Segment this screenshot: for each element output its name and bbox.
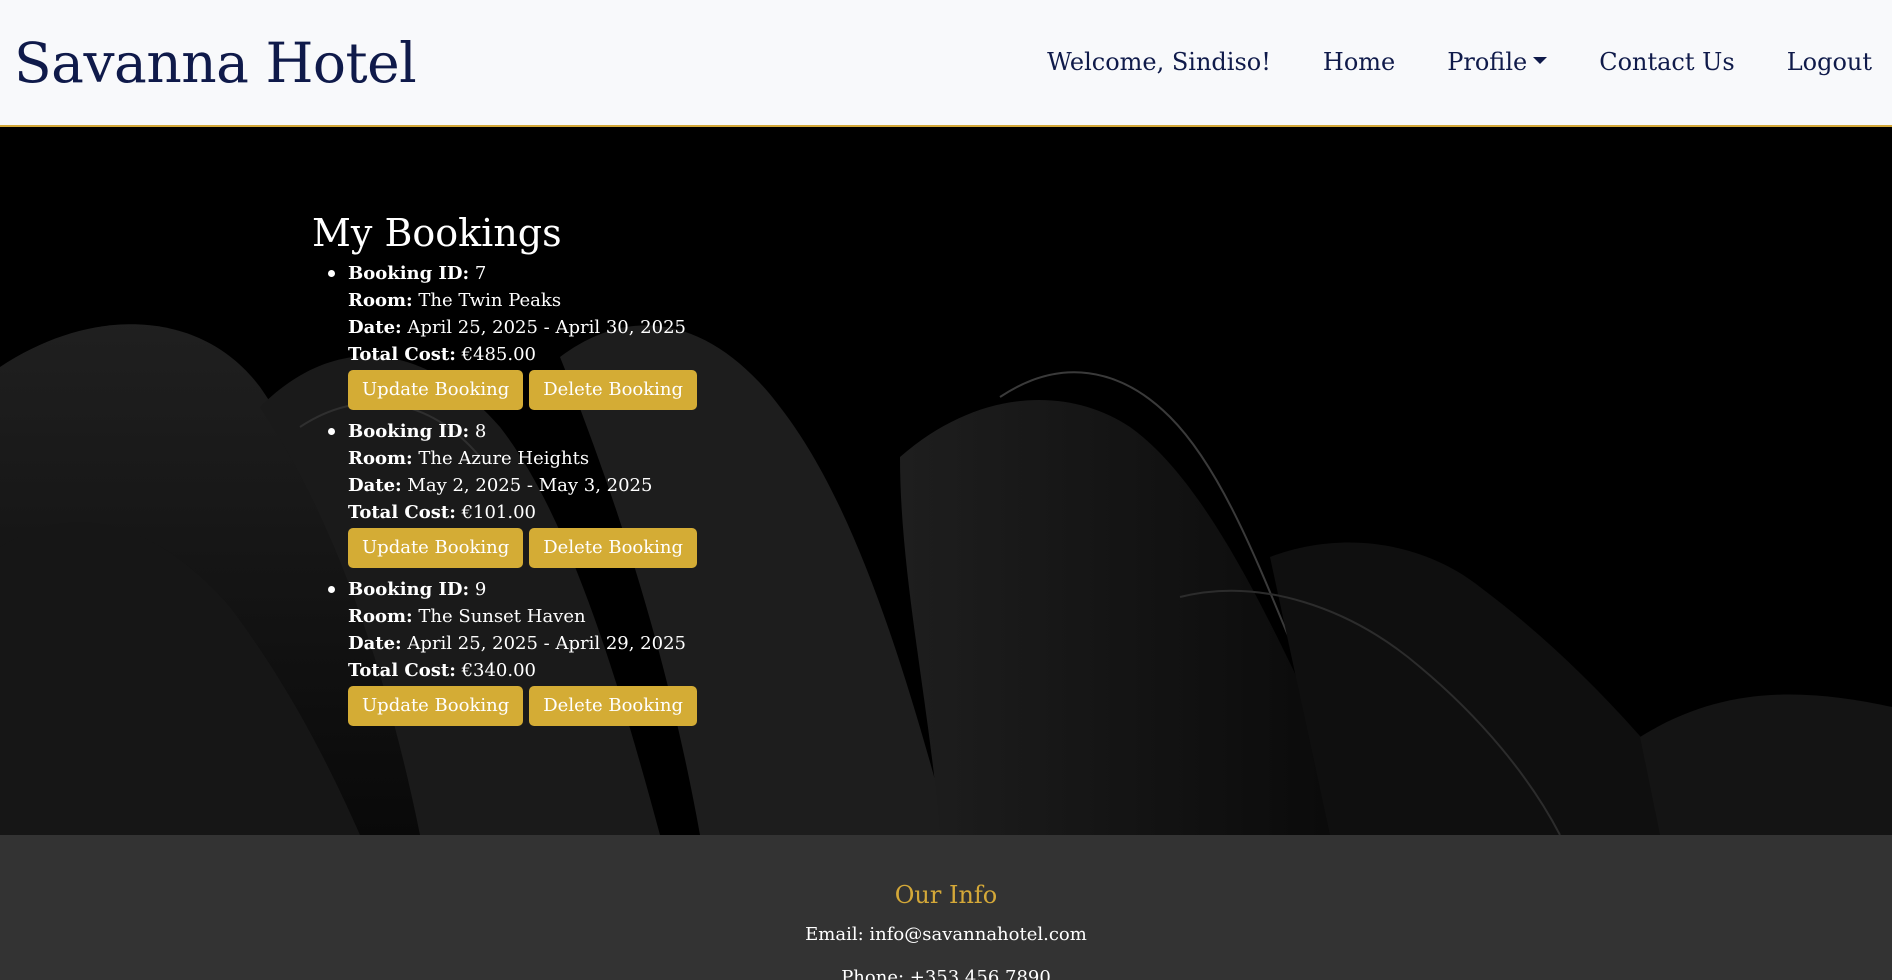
room-value: The Twin Peaks bbox=[418, 290, 562, 311]
date-value: May 2, 2025 - May 3, 2025 bbox=[407, 475, 653, 496]
booking-date-row: Date: May 2, 2025 - May 3, 2025 bbox=[348, 472, 697, 499]
nav-welcome[interactable]: Welcome, Sindiso! bbox=[1047, 46, 1271, 78]
booking-id-value: 8 bbox=[474, 421, 487, 442]
date-value: April 25, 2025 - April 29, 2025 bbox=[407, 633, 686, 654]
booking-actions: Update Booking Delete Booking bbox=[348, 686, 698, 726]
bookings-list: Booking ID: 7 Room: The Twin Peaks Date:… bbox=[312, 260, 698, 726]
booking-date-row: Date: April 25, 2025 - April 29, 2025 bbox=[348, 630, 697, 657]
site-footer: Our Info Email: info@savannahotel.com Ph… bbox=[0, 835, 1892, 980]
nav-profile-dropdown[interactable]: Profile bbox=[1447, 46, 1548, 78]
booking-item: Booking ID: 9 Room: The Sunset Haven Dat… bbox=[312, 576, 698, 726]
date-label: Date: bbox=[348, 317, 402, 338]
bullet-icon bbox=[328, 428, 335, 435]
date-value: April 25, 2025 - April 30, 2025 bbox=[407, 317, 686, 338]
bullet-icon bbox=[328, 586, 335, 593]
booking-id-label: Booking ID: bbox=[348, 421, 470, 442]
booking-actions: Update Booking Delete Booking bbox=[348, 528, 698, 568]
booking-room-row: Room: The Sunset Haven bbox=[348, 603, 697, 630]
total-cost-value: €340.00 bbox=[461, 660, 537, 681]
footer-email[interactable]: Email: info@savannahotel.com bbox=[0, 922, 1892, 948]
booking-cost-row: Total Cost: €485.00 bbox=[348, 341, 697, 368]
total-cost-label: Total Cost: bbox=[348, 660, 456, 681]
booking-cost-row: Total Cost: €101.00 bbox=[348, 499, 697, 526]
booking-id-row: Booking ID: 9 bbox=[348, 576, 697, 603]
background-waves-image bbox=[0, 127, 1892, 835]
bookings-content: My Bookings Booking ID: 7 Room: The Twin… bbox=[312, 210, 698, 734]
room-label: Room: bbox=[348, 290, 413, 311]
delete-booking-button[interactable]: Delete Booking bbox=[529, 370, 698, 410]
booking-id-value: 7 bbox=[474, 263, 487, 284]
delete-booking-button[interactable]: Delete Booking bbox=[529, 686, 698, 726]
date-label: Date: bbox=[348, 475, 402, 496]
booking-id-row: Booking ID: 7 bbox=[348, 260, 697, 287]
room-value: The Azure Heights bbox=[418, 448, 590, 469]
room-label: Room: bbox=[348, 606, 413, 627]
footer-phone[interactable]: Phone: +353 456 7890 bbox=[0, 965, 1892, 980]
main-nav: Welcome, Sindiso! Home Profile Contact U… bbox=[1047, 46, 1872, 78]
booking-room-row: Room: The Twin Peaks bbox=[348, 287, 697, 314]
footer-title: Our Info bbox=[894, 881, 998, 909]
nav-profile-label: Profile bbox=[1447, 48, 1528, 76]
date-label: Date: bbox=[348, 633, 402, 654]
caret-down-icon bbox=[1533, 56, 1548, 64]
room-label: Room: bbox=[348, 448, 413, 469]
page-title: My Bookings bbox=[312, 211, 562, 255]
booking-item: Booking ID: 7 Room: The Twin Peaks Date:… bbox=[312, 260, 698, 410]
booking-id-row: Booking ID: 8 bbox=[348, 418, 697, 445]
booking-room-row: Room: The Azure Heights bbox=[348, 445, 697, 472]
update-booking-button[interactable]: Update Booking bbox=[348, 528, 524, 568]
update-booking-button[interactable]: Update Booking bbox=[348, 686, 524, 726]
nav-logout[interactable]: Logout bbox=[1787, 46, 1872, 78]
bullet-icon bbox=[328, 270, 335, 277]
total-cost-value: €485.00 bbox=[461, 344, 537, 365]
nav-contact[interactable]: Contact Us bbox=[1599, 46, 1734, 78]
site-header: Savanna Hotel Welcome, Sindiso! Home Pro… bbox=[0, 0, 1892, 127]
total-cost-label: Total Cost: bbox=[348, 344, 456, 365]
booking-id-label: Booking ID: bbox=[348, 579, 470, 600]
room-value: The Sunset Haven bbox=[418, 606, 586, 627]
total-cost-value: €101.00 bbox=[461, 502, 537, 523]
booking-actions: Update Booking Delete Booking bbox=[348, 370, 698, 410]
booking-id-label: Booking ID: bbox=[348, 263, 470, 284]
booking-cost-row: Total Cost: €340.00 bbox=[348, 657, 697, 684]
nav-home[interactable]: Home bbox=[1323, 46, 1395, 78]
booking-item: Booking ID: 8 Room: The Azure Heights Da… bbox=[312, 418, 698, 568]
booking-date-row: Date: April 25, 2025 - April 30, 2025 bbox=[348, 314, 697, 341]
delete-booking-button[interactable]: Delete Booking bbox=[529, 528, 698, 568]
bookings-section: My Bookings Booking ID: 7 Room: The Twin… bbox=[0, 127, 1892, 835]
update-booking-button[interactable]: Update Booking bbox=[348, 370, 524, 410]
brand-logo-text[interactable]: Savanna Hotel bbox=[14, 30, 417, 96]
total-cost-label: Total Cost: bbox=[348, 502, 456, 523]
booking-id-value: 9 bbox=[474, 579, 487, 600]
